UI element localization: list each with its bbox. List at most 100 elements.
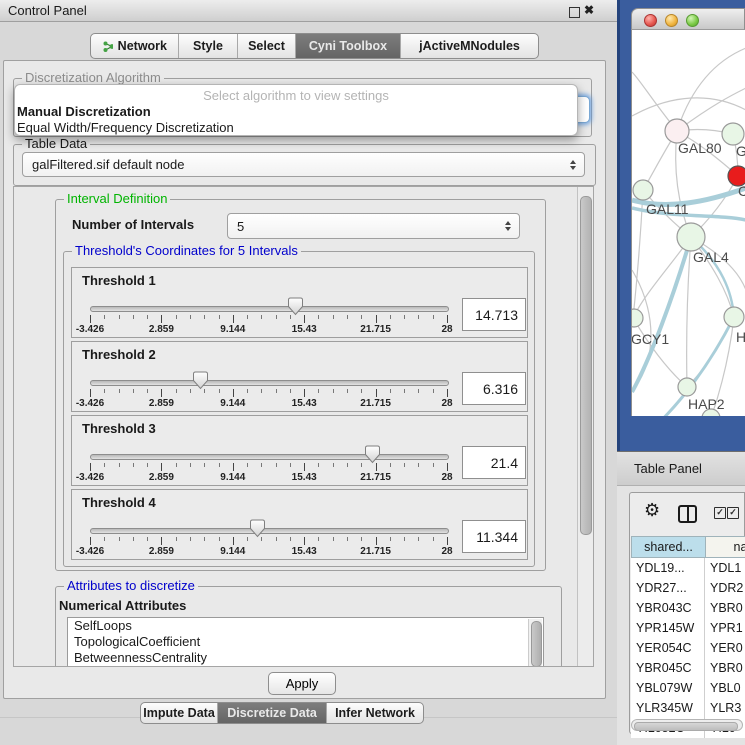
- network-node-gal4[interactable]: [677, 223, 705, 251]
- slider-thumb[interactable]: [364, 445, 381, 464]
- tab-impute-data[interactable]: Impute Data: [141, 703, 218, 723]
- minor-tick: [318, 389, 319, 393]
- number-of-intervals-label: Number of Intervals: [72, 217, 194, 232]
- table-row[interactable]: YPR145WYPR1: [631, 618, 745, 638]
- slider-thumb[interactable]: [287, 297, 304, 316]
- minor-tick: [347, 389, 348, 393]
- tab-label: Cyni Toolbox: [309, 39, 387, 53]
- close-panel-icon[interactable]: ✖: [584, 3, 594, 17]
- minor-tick: [333, 463, 334, 467]
- network-node-gcy1[interactable]: [632, 309, 643, 327]
- column-header-name[interactable]: na: [705, 536, 745, 558]
- network-edge[interactable]: [632, 98, 745, 116]
- minor-tick: [433, 463, 434, 467]
- number-of-intervals-combobox[interactable]: 5: [227, 213, 520, 239]
- major-tick: [161, 315, 162, 323]
- table-row[interactable]: YBL079WYBL0: [631, 678, 745, 698]
- table-hscrollbar[interactable]: [631, 719, 743, 731]
- table-data-combobox[interactable]: galFiltered.sif default node: [22, 152, 585, 177]
- network-edge[interactable]: [633, 237, 691, 318]
- minor-tick: [133, 389, 134, 393]
- interval-definition-group-title: Interval Definition: [64, 192, 170, 206]
- column-header-shared[interactable]: shared...: [631, 536, 705, 558]
- minor-tick: [361, 537, 362, 541]
- network-canvas[interactable]: GAL80GCGAL11GAL4GCY1HHAP2: [631, 30, 745, 416]
- checkbox-icon[interactable]: ✓: [727, 507, 739, 519]
- network-node[interactable]: [724, 307, 744, 327]
- tab-network[interactable]: Network: [91, 34, 179, 58]
- settings-scrollbar-thumb[interactable]: [580, 196, 592, 535]
- major-tick: [233, 463, 234, 471]
- slider-thumb[interactable]: [249, 519, 266, 538]
- network-node[interactable]: [722, 123, 744, 145]
- table-row[interactable]: YDL19...YDL1: [631, 558, 745, 578]
- attribute-list-item[interactable]: TopologicalCoefficient: [68, 634, 543, 650]
- minor-tick: [390, 537, 391, 541]
- tick-label: 2.859: [149, 472, 174, 483]
- settings-scrollbar[interactable]: [577, 187, 593, 666]
- major-tick: [161, 389, 162, 397]
- table-row[interactable]: YLR345WYLR3: [631, 698, 745, 718]
- table-cell-name: YPR1: [705, 618, 745, 638]
- tab-cyni-toolbox[interactable]: Cyni Toolbox: [296, 34, 401, 58]
- table-row[interactable]: YDR27...YDR2: [631, 578, 745, 598]
- minor-tick: [404, 315, 405, 319]
- close-traffic-light[interactable]: [644, 14, 657, 27]
- threshold-value-field[interactable]: 11.344: [462, 520, 526, 553]
- threshold-label: Threshold 3: [82, 421, 156, 436]
- table-hscrollbar-thumb[interactable]: [634, 722, 738, 731]
- minor-tick: [133, 315, 134, 319]
- apply-button[interactable]: Apply: [268, 672, 336, 695]
- node-label: H: [736, 329, 745, 345]
- threshold-value-field[interactable]: 21.4: [462, 446, 526, 479]
- tick-label: 15.43: [292, 398, 317, 409]
- slider-track[interactable]: [90, 528, 449, 534]
- table-row[interactable]: YER054CYER0: [631, 638, 745, 658]
- tab-discretize-data[interactable]: Discretize Data: [218, 703, 327, 723]
- minor-tick: [147, 537, 148, 541]
- checkbox-icon[interactable]: ✓: [714, 507, 726, 519]
- tab-select[interactable]: Select: [238, 34, 296, 58]
- column-chooser-icon[interactable]: [678, 505, 697, 523]
- minor-tick: [333, 537, 334, 541]
- network-node-gal11[interactable]: [633, 180, 653, 200]
- tick-label: 9.144: [220, 324, 245, 335]
- network-window-titlebar[interactable]: [631, 8, 745, 30]
- minor-tick: [347, 537, 348, 541]
- tab-style[interactable]: Style: [179, 34, 238, 58]
- minor-tick: [176, 389, 177, 393]
- float-window-icon[interactable]: [569, 7, 580, 18]
- table-cell-shared: YLR345W: [631, 698, 705, 718]
- table-row[interactable]: YBR045CYBR0: [631, 658, 745, 678]
- list-scrollbar-thumb[interactable]: [531, 621, 542, 667]
- tick-label: 2.859: [149, 398, 174, 409]
- threshold-value-field[interactable]: 14.713: [462, 298, 526, 331]
- table-cell-name: YER0: [705, 638, 745, 658]
- algorithm-option[interactable]: Manual Discretization: [15, 104, 577, 120]
- threshold-value-field[interactable]: 6.316: [462, 372, 526, 405]
- attribute-list-item[interactable]: SelfLoops: [68, 618, 543, 634]
- settings-gear-icon[interactable]: ⚙: [644, 501, 660, 519]
- zoom-traffic-light[interactable]: [686, 14, 699, 27]
- slider-track[interactable]: [90, 380, 449, 386]
- table-row[interactable]: YBR043CYBR0: [631, 598, 745, 618]
- node-label: G: [736, 143, 745, 159]
- minor-tick: [347, 315, 348, 319]
- major-tick: [376, 389, 377, 397]
- network-edge[interactable]: [687, 237, 691, 387]
- algorithm-option[interactable]: Equal Width/Frequency Discretization: [15, 120, 577, 136]
- major-tick: [90, 315, 91, 323]
- slider-track[interactable]: [90, 454, 449, 460]
- slider-thumb[interactable]: [192, 371, 209, 390]
- minor-tick: [276, 315, 277, 319]
- list-scrollbar[interactable]: [528, 619, 542, 667]
- network-node-hap2[interactable]: [678, 378, 696, 396]
- tab-jactivemnodules[interactable]: jActiveMNodules: [401, 34, 538, 58]
- tab-infer-network[interactable]: Infer Network: [327, 703, 423, 723]
- minor-tick: [219, 389, 220, 393]
- numerical-attributes-list[interactable]: SelfLoopsTopologicalCoefficientBetweenne…: [67, 617, 544, 667]
- minimize-traffic-light[interactable]: [665, 14, 678, 27]
- network-edge[interactable]: [677, 48, 745, 131]
- slider-track[interactable]: [90, 306, 449, 312]
- attribute-list-item[interactable]: BetweennessCentrality: [68, 650, 543, 666]
